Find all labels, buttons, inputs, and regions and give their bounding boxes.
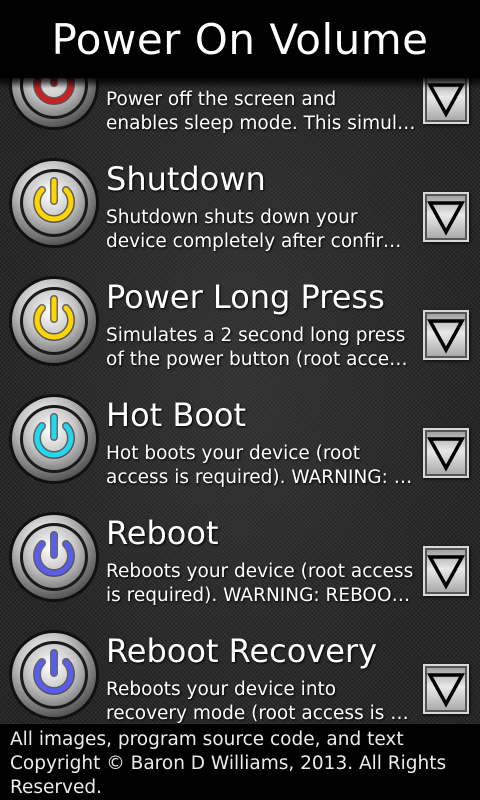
power-icon[interactable] xyxy=(8,275,100,367)
item-description: Simulates a 2 second long press of the po… xyxy=(106,324,416,371)
item-description-line: of the power button (root acces… xyxy=(106,348,416,370)
power-icon[interactable] xyxy=(8,511,100,603)
item-description-line: Simulates a 2 second long press xyxy=(106,325,406,346)
action-list[interactable]: Power off the screen and enables sleep mo… xyxy=(0,78,480,724)
expand-button[interactable] xyxy=(423,310,469,360)
app-title: Power On Volume xyxy=(51,14,429,64)
item-title: Shutdown xyxy=(106,160,266,198)
item-description-line: Power off the screen and xyxy=(106,89,337,110)
list-item-power-long-press[interactable]: Power Long Press Simulates a 2 second lon… xyxy=(0,274,480,392)
item-description-line: Hot boots your device (root xyxy=(106,443,360,464)
power-icon[interactable] xyxy=(8,157,100,249)
item-description: Shutdown shuts down your device completel… xyxy=(106,206,416,253)
copyright-footer: All images, program source code, and tex… xyxy=(0,724,480,800)
item-title: Hot Boot xyxy=(106,396,247,434)
item-description-line: Shutdown shuts down your xyxy=(106,207,358,228)
list-item-reboot-recovery[interactable]: Reboot Recovery Reboots your device into r… xyxy=(0,628,480,724)
expand-button[interactable] xyxy=(423,192,469,242)
title-shadow xyxy=(0,78,480,88)
list-item-reboot[interactable]: Reboot Reboots your device (root access is… xyxy=(0,510,480,628)
item-description: Power off the screen and enables sleep mo… xyxy=(106,88,416,135)
item-description-line: Reboots your device (root access xyxy=(106,561,414,582)
expand-button[interactable] xyxy=(423,664,469,714)
item-description: Reboots your device into recovery mode (r… xyxy=(106,678,416,724)
triangle-down-icon xyxy=(427,437,465,472)
power-icon[interactable] xyxy=(8,629,100,721)
triangle-down-icon xyxy=(427,673,465,708)
item-description: Reboots your device (root access is requi… xyxy=(106,560,416,607)
item-description: Hot boots your device (root access is req… xyxy=(106,442,416,489)
item-title: Reboot Recovery xyxy=(106,632,378,670)
list-item-sleep[interactable]: Power off the screen and enables sleep mo… xyxy=(0,78,480,156)
triangle-down-icon xyxy=(427,319,465,354)
item-title: Power Long Press xyxy=(106,278,385,316)
triangle-down-icon xyxy=(427,555,465,590)
item-description-line: Reboots your device into xyxy=(106,679,337,700)
item-description-line: recovery mode (root access is r… xyxy=(106,702,416,724)
expand-button[interactable] xyxy=(423,546,469,596)
title-bar: Power On Volume xyxy=(0,0,480,78)
item-description-line: enables sleep mode. This simul… xyxy=(106,112,416,134)
item-title: Reboot xyxy=(106,514,219,552)
list-item-shutdown[interactable]: Shutdown Shutdown shuts down your device c… xyxy=(0,156,480,274)
power-icon[interactable] xyxy=(8,393,100,485)
app-screen: Power On Volume Power off the screen and… xyxy=(0,0,480,800)
triangle-down-icon xyxy=(427,201,465,236)
item-description-line: device completely after confirm… xyxy=(106,230,416,252)
item-description-line: access is required). WARNING: … xyxy=(106,466,413,488)
list-item-hot-boot[interactable]: Hot Boot Hot boots your device (root acces… xyxy=(0,392,480,510)
item-description-line: is required). WARNING: REBOOT… xyxy=(106,584,416,606)
expand-button[interactable] xyxy=(423,428,469,478)
